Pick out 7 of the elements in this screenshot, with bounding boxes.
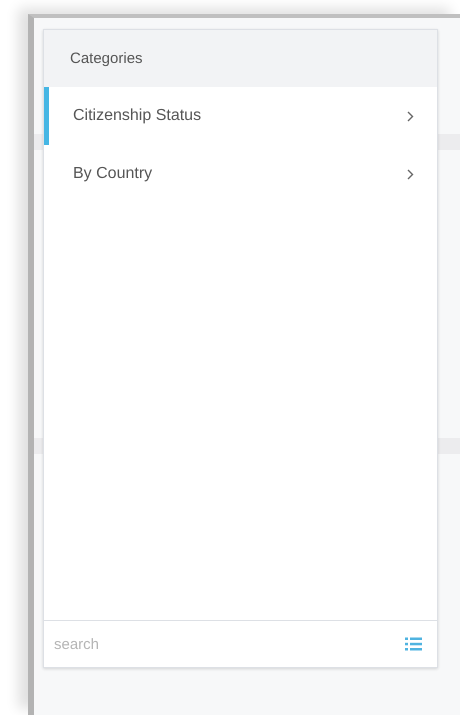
list-icon[interactable]	[405, 637, 422, 651]
search-field[interactable]: search	[54, 636, 254, 652]
category-item[interactable]: By Country	[44, 145, 437, 203]
panel-title: Categories	[44, 30, 437, 87]
chevron-icon	[407, 168, 414, 180]
category-item[interactable]: Citizenship Status	[44, 87, 437, 145]
chevron-icon	[407, 110, 414, 122]
